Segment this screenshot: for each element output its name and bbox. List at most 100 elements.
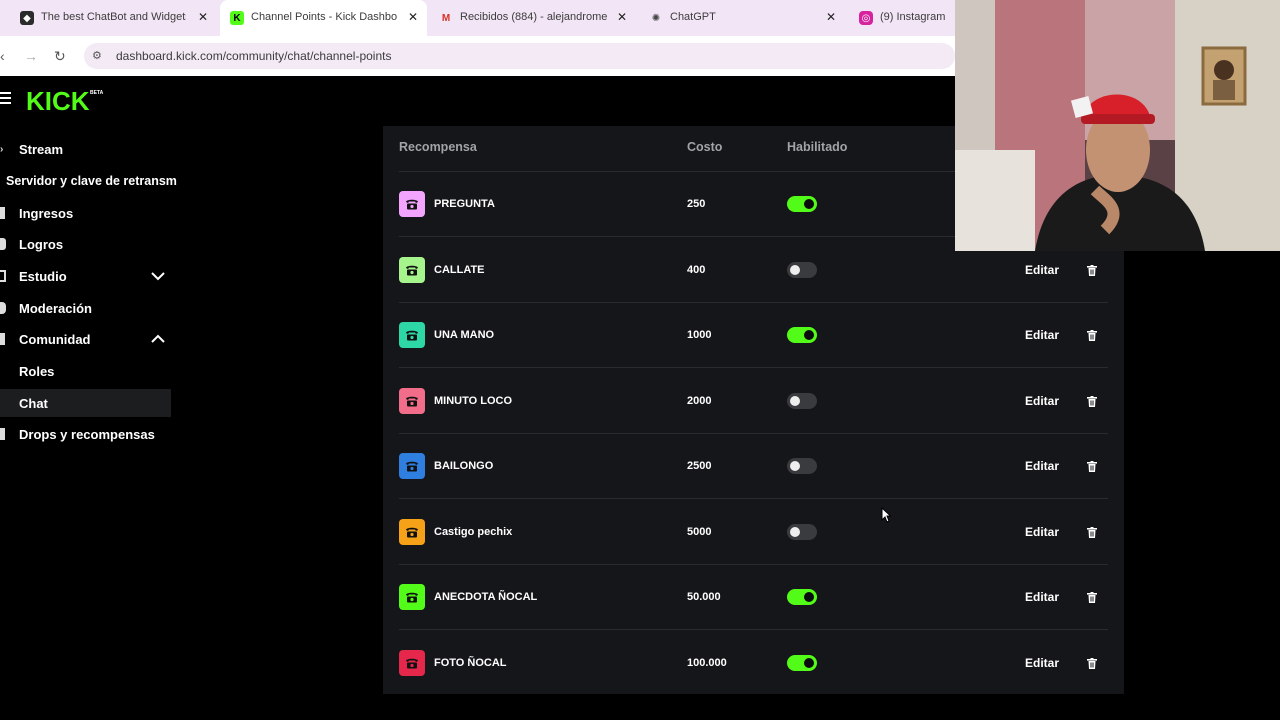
reward-name: UNA MANO bbox=[434, 329, 495, 341]
delete-button[interactable] bbox=[1077, 582, 1107, 612]
close-icon[interactable]: ✕ bbox=[826, 10, 836, 24]
trash-icon bbox=[1087, 526, 1097, 538]
reward-cost: 5000 bbox=[687, 526, 712, 538]
close-icon[interactable]: ✕ bbox=[408, 10, 418, 24]
trash-icon bbox=[1087, 657, 1097, 669]
reward-name: CALLATE bbox=[434, 264, 485, 276]
edit-button[interactable]: Editar bbox=[1013, 451, 1071, 481]
edit-button[interactable]: Editar bbox=[1013, 386, 1071, 416]
stream-icon: › bbox=[0, 144, 4, 155]
toggle-knob bbox=[790, 265, 800, 275]
sidebar-item-label: Chat bbox=[19, 395, 48, 411]
browser-tab[interactable]: K Channel Points - Kick Dashboar ✕ bbox=[220, 0, 427, 36]
table-row: FOTO ÑOCAL 100.000 Editar bbox=[383, 631, 1124, 696]
tab-title: ChatGPT bbox=[670, 11, 716, 23]
delete-button[interactable] bbox=[1077, 320, 1107, 350]
table-row: MINUTO LOCO 2000 Editar bbox=[383, 369, 1124, 434]
column-header-cost: Costo bbox=[687, 140, 723, 154]
delete-button[interactable] bbox=[1077, 517, 1107, 547]
enabled-toggle[interactable] bbox=[787, 196, 817, 212]
trash-icon bbox=[1087, 329, 1097, 341]
edit-button[interactable]: Editar bbox=[1013, 582, 1071, 612]
reward-phone-icon bbox=[399, 584, 425, 610]
reward-cost: 50.000 bbox=[687, 591, 721, 603]
delete-button[interactable] bbox=[1077, 648, 1107, 678]
webcam-image bbox=[955, 0, 1280, 251]
enabled-toggle[interactable] bbox=[787, 589, 817, 605]
enabled-toggle[interactable] bbox=[787, 524, 817, 540]
hamburger-menu-icon[interactable] bbox=[0, 92, 11, 106]
sidebar-item-label: Drops y recompensas bbox=[19, 426, 155, 442]
reward-name: PREGUNTA bbox=[434, 198, 495, 210]
chevron-down-icon[interactable] bbox=[150, 269, 166, 283]
reward-name: BAILONGO bbox=[434, 460, 494, 472]
tab-title: (9) Instagram bbox=[880, 11, 946, 23]
reward-phone-icon bbox=[399, 650, 425, 676]
chevron-up-icon[interactable] bbox=[150, 332, 166, 346]
edit-button[interactable]: Editar bbox=[1013, 648, 1071, 678]
reward-cost: 400 bbox=[687, 264, 706, 276]
toggle-knob bbox=[804, 592, 814, 602]
sidebar-item-roles[interactable]: Roles bbox=[0, 357, 171, 385]
reward-name: FOTO ÑOCAL bbox=[434, 657, 507, 669]
tab-title: Recibidos (884) - alejandromerc bbox=[460, 11, 608, 23]
trash-icon bbox=[1087, 395, 1097, 407]
toggle-knob bbox=[790, 396, 800, 406]
sidebar-item-drops[interactable]: Drops y recompensas bbox=[0, 420, 190, 448]
reward-name: MINUTO LOCO bbox=[434, 395, 513, 407]
kick-logo[interactable]: KICK BETA bbox=[26, 86, 108, 114]
sidebar-item-label: Ingresos bbox=[19, 205, 74, 221]
sidebar-item-estudio[interactable]: Estudio bbox=[0, 262, 171, 290]
reward-phone-icon bbox=[399, 453, 425, 479]
reward-cost: 250 bbox=[687, 198, 706, 210]
table-row: UNA MANO 1000 Editar bbox=[383, 303, 1124, 368]
browser-tab[interactable]: ◆ The best ChatBot and Widgets ✕ bbox=[0, 0, 218, 36]
sidebar-item-logros[interactable]: Logros bbox=[0, 230, 171, 258]
enabled-toggle[interactable] bbox=[787, 393, 817, 409]
browser-tab[interactable]: ✺ ChatGPT ✕ bbox=[639, 0, 847, 36]
sidebar-item-label: Comunidad bbox=[19, 331, 91, 347]
income-icon bbox=[0, 207, 5, 219]
reward-cost: 100.000 bbox=[687, 657, 727, 669]
edit-button[interactable]: Editar bbox=[1013, 320, 1071, 350]
sidebar-item-label: Servidor y clave de retransm bbox=[6, 174, 177, 188]
edit-button[interactable]: Editar bbox=[1013, 517, 1071, 547]
table-row: Castigo pechix 5000 Editar bbox=[383, 500, 1124, 565]
site-settings-icon[interactable]: ⚙ bbox=[92, 49, 102, 62]
sidebar-item-moderacion[interactable]: Moderación bbox=[0, 294, 171, 322]
delete-button[interactable] bbox=[1077, 451, 1107, 481]
enabled-toggle[interactable] bbox=[787, 262, 817, 278]
sidebar-item-label: Estudio bbox=[19, 268, 67, 284]
edit-button[interactable]: Editar bbox=[1013, 255, 1071, 285]
moderation-icon bbox=[0, 302, 6, 314]
sidebar-item-ingresos[interactable]: Ingresos bbox=[0, 199, 171, 227]
sidebar-item-label: Roles bbox=[19, 363, 55, 379]
browser-tab[interactable]: M Recibidos (884) - alejandromerc ✕ bbox=[429, 0, 637, 36]
beta-badge: BETA bbox=[90, 90, 104, 96]
sidebar-item-stream-key[interactable]: Servidor y clave de retransm bbox=[0, 167, 190, 195]
forward-icon[interactable]: → bbox=[24, 48, 38, 64]
sidebar-item-label: Logros bbox=[19, 236, 64, 252]
delete-button[interactable] bbox=[1077, 255, 1107, 285]
sidebar-item-stream[interactable]: › Stream bbox=[0, 135, 171, 163]
close-icon[interactable]: ✕ bbox=[198, 10, 208, 24]
table-row: BAILONGO 2500 Editar bbox=[383, 434, 1124, 499]
close-icon[interactable]: ✕ bbox=[617, 10, 627, 24]
webcam-overlay bbox=[955, 0, 1280, 251]
sidebar-item-chat[interactable]: Chat bbox=[0, 389, 171, 417]
column-header-enabled: Habilitado bbox=[787, 140, 848, 154]
enabled-toggle[interactable] bbox=[787, 458, 817, 474]
mouse-cursor-icon bbox=[881, 507, 891, 523]
reload-icon[interactable]: ↻ bbox=[54, 48, 66, 65]
sidebar-item-label: Moderación bbox=[19, 300, 92, 316]
back-icon[interactable]: ‹ bbox=[0, 48, 5, 64]
url-text[interactable]: dashboard.kick.com/community/chat/channe… bbox=[116, 49, 391, 63]
browser-tab[interactable]: ◎ (9) Instagram bbox=[849, 0, 955, 36]
delete-button[interactable] bbox=[1077, 386, 1107, 416]
enabled-toggle[interactable] bbox=[787, 655, 817, 671]
column-header-reward: Recompensa bbox=[399, 140, 477, 154]
reward-phone-icon bbox=[399, 519, 425, 545]
enabled-toggle[interactable] bbox=[787, 327, 817, 343]
table-row: ANECDOTA ÑOCAL 50.000 Editar bbox=[383, 565, 1124, 630]
sidebar-item-comunidad[interactable]: Comunidad bbox=[0, 325, 171, 353]
